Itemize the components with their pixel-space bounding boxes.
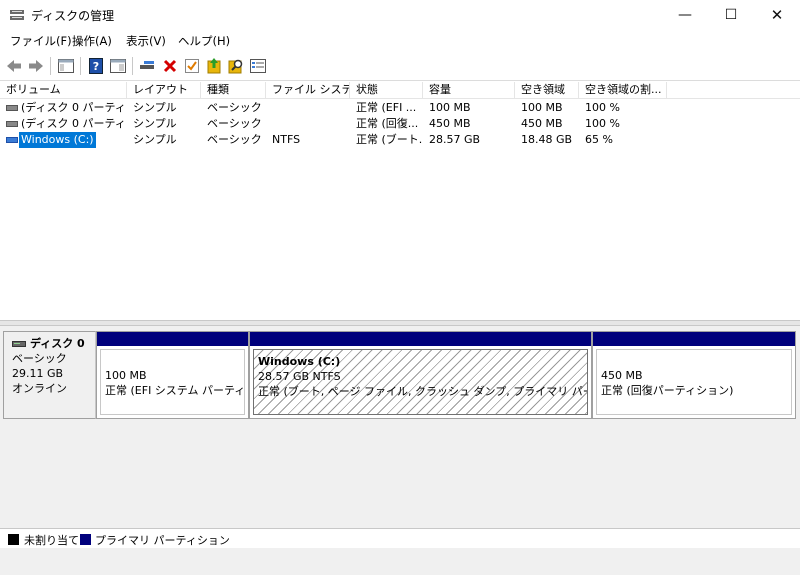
legend-swatch-unallocated [8,534,19,545]
cell-capacity: 100 MB [429,101,471,114]
partition-body: 100 MB 正常 (EFI システム パーティション) [100,349,245,415]
search-icon[interactable] [226,56,246,76]
help-icon[interactable]: ? [86,56,106,76]
partition-windows-c[interactable]: Windows (C:) 28.57 GB NTFS 正常 (ブート, ページ … [249,331,592,419]
cell-free-percent: 100 % [585,117,620,130]
menu-file[interactable]: ファイル(F) [10,33,72,49]
toolbar-separator [50,57,51,75]
cell-type: ベーシック [207,101,262,114]
column-header-free-space[interactable]: 空き領域 [515,82,579,99]
cell-free-percent: 65 % [585,133,613,146]
title-bar: ディスクの管理 — ☐ ✕ [0,0,800,30]
delete-icon[interactable] [160,56,180,76]
close-button[interactable]: ✕ [754,0,800,30]
menu-bar: ファイル(F) 操作(A) 表示(V) ヘルプ(H) [0,30,800,51]
cell-status: 正常 (回復... [356,117,419,130]
toolbar-separator [132,57,133,75]
cell-status: 正常 (EFI ... [356,101,417,114]
cell-capacity: 450 MB [429,117,471,130]
forward-icon[interactable] [26,56,46,76]
column-header-filesystem[interactable]: ファイル システム [266,82,350,99]
volume-icon [6,137,18,143]
toolbar: ? [0,51,800,81]
table-row[interactable]: (ディスク 0 パーティシ... シンプル ベーシック 正常 (回復... 45… [0,116,800,132]
partition-efi[interactable]: 100 MB 正常 (EFI システム パーティション) [96,331,249,419]
partition-type-bar [97,332,248,346]
column-header-layout[interactable]: レイアウト [127,82,201,99]
properties-icon[interactable] [248,56,268,76]
table-row-selected[interactable]: Windows (C:) シンプル ベーシック NTFS 正常 (ブート... … [0,131,800,149]
partition-size: 100 MB [105,369,147,382]
column-header-capacity[interactable]: 容量 [423,82,515,99]
svg-text:?: ? [93,60,99,73]
partition-body: Windows (C:) 28.57 GB NTFS 正常 (ブート, ページ … [253,349,588,415]
properties-pane-icon[interactable] [108,56,128,76]
disk-size: 29.11 GB [12,367,64,380]
partition-size: 28.57 GB NTFS [258,370,341,383]
legend-bar: 未割り当て プライマリ パーティション [0,528,800,548]
volume-list: ボリューム レイアウト 種類 ファイル システム 状態 容量 空き領域 空き領域… [0,82,800,320]
partition-body: 450 MB 正常 (回復パーティション) [596,349,792,415]
disk-management-app-icon [10,10,24,20]
partition-status: 正常 (回復パーティション) [601,384,734,397]
cell-free-percent: 100 % [585,101,620,114]
partition-status: 正常 (ブート, ページ ファイル, クラッシュ ダンプ, プライマリ パーティ… [258,385,587,398]
cell-volume: (ディスク 0 パーティシ... [21,117,126,130]
disk-graphical-view: ディスク 0 ベーシック 29.11 GB オンライン 100 MB 正常 (E… [0,326,800,528]
cell-volume: Windows (C:) [18,131,97,149]
volume-icon [6,121,18,127]
show-pane-icon[interactable] [56,56,76,76]
cell-volume: (ディスク 0 パーティシ... [21,101,126,114]
column-header-free-percent[interactable]: 空き領域の割... [579,82,667,99]
disk-name: ディスク 0 [30,337,85,350]
column-header-type[interactable]: 種類 [201,82,266,99]
back-icon[interactable] [4,56,24,76]
partition-name: Windows (C:) [258,355,341,368]
connect-disk-icon[interactable] [138,56,158,76]
cell-layout: シンプル [133,133,177,146]
window-bottom-area [0,548,800,575]
minimize-button[interactable]: — [662,0,708,30]
cell-type: ベーシック [207,117,262,130]
volume-icon [6,105,18,111]
cell-free-space: 18.48 GB [521,133,573,146]
disk-info-panel[interactable]: ディスク 0 ベーシック 29.11 GB オンライン [3,331,96,419]
cell-capacity: 28.57 GB [429,133,481,146]
check-icon[interactable] [182,56,202,76]
volume-list-header: ボリューム レイアウト 種類 ファイル システム 状態 容量 空き領域 空き領域… [0,82,800,99]
table-row[interactable]: (ディスク 0 パーティシ... シンプル ベーシック 正常 (EFI ... … [0,100,800,116]
disk-type: ベーシック [12,352,67,365]
disk-title: ディスク 0 [12,336,95,351]
import-icon[interactable] [204,56,224,76]
partition-type-bar [250,332,591,346]
column-header-volume[interactable]: ボリューム [0,82,127,99]
cell-layout: シンプル [133,101,177,114]
window-title: ディスクの管理 [31,9,115,23]
cell-free-space: 450 MB [521,117,563,130]
legend-label-primary: プライマリ パーティション [95,534,230,547]
partition-type-bar [593,332,795,346]
disk-icon [12,340,26,347]
partition-status: 正常 (EFI システム パーティション) [105,384,245,397]
menu-help[interactable]: ヘルプ(H) [178,33,230,49]
cell-filesystem: NTFS [272,133,301,146]
maximize-button[interactable]: ☐ [708,0,754,30]
partition-size: 450 MB [601,369,643,382]
toolbar-separator [80,57,81,75]
disk-state: オンライン [12,382,67,395]
menu-view[interactable]: 表示(V) [126,33,166,49]
cell-layout: シンプル [133,117,177,130]
cell-type: ベーシック [207,133,262,146]
partition-recovery[interactable]: 450 MB 正常 (回復パーティション) [592,331,796,419]
column-header-status[interactable]: 状態 [350,82,423,99]
menu-action[interactable]: 操作(A) [72,33,112,49]
cell-status: 正常 (ブート... [356,133,422,146]
legend-label-unallocated: 未割り当て [24,534,79,547]
cell-free-space: 100 MB [521,101,563,114]
legend-swatch-primary [80,534,91,545]
